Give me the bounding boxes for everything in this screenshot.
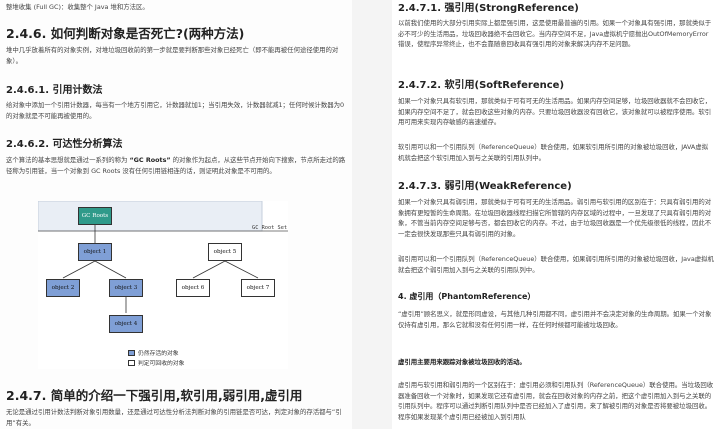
gc-roots-node: GC Roots — [78, 207, 112, 225]
gc-root-set-band — [38, 201, 263, 232]
paragraph-weak: 如果一个对象只具有弱引用，那就类似于可有可无的生活用品。弱引用与软引用的区别在于… — [398, 198, 712, 238]
heading-2-4-7-2: 2.4.7.2. 软引用(SoftReference) — [398, 80, 565, 91]
paragraph-soft-queue: 软引用可以和一个引用队列（ReferenceQueue）联合使用，如果软引用所引… — [398, 143, 709, 162]
top-line: 整堆收集 (Full GC)：收集整个 Java 堆和方法区。 — [6, 3, 149, 11]
legend-dead-swatch — [128, 359, 135, 366]
object-2-node: object 2 — [46, 279, 80, 297]
edge-o5-o7 — [224, 260, 259, 279]
paragraph-reachability: 这个算法的基本思想就是通过一系列的称为 “GC Roots” 的对象作为起点，从… — [6, 156, 346, 175]
object-6-node: object 6 — [176, 279, 210, 297]
paragraph-refcount: 给对象中添加一个引用计数器，每当有一个地方引用它，计数器就加1；当引用失效，计数… — [6, 101, 345, 120]
edge-o1-o2 — [62, 260, 96, 279]
paragraph-strong: 以前我们使用的大部分引用实际上都是强引用，这是使用最普遍的引用。如果一个对象具有… — [398, 19, 712, 49]
object-5-node: object 5 — [208, 243, 242, 261]
legend-dead: 判定可回收的对象 — [128, 358, 184, 367]
edge-o5-o6 — [192, 260, 226, 279]
object-3-node: object 3 — [109, 279, 143, 297]
heading-2-4-6-1: 2.4.6.1. 引用计数法 — [6, 85, 103, 96]
gc-roots-diagram: GC Roots GC Root Set object 1 object 2 o… — [38, 201, 288, 369]
heading-2-4-6: 2.4.6. 如何判断对象是否死亡?(两种方法) — [6, 26, 245, 41]
object-1-node: object 1 — [78, 243, 112, 261]
left-page: 整堆收集 (Full GC)：收集整个 Java 堆和方法区。 2.4.6. 如… — [0, 0, 352, 429]
heading-2-4-7-3: 2.4.7.3. 弱引用(WeakReference) — [398, 181, 572, 192]
edge-o1-o3 — [94, 260, 127, 279]
legend-alive: 仍然存活的对象 — [128, 348, 179, 357]
right-page: 2.4.7.1. 强引用(StrongReference) 以前我们使用的大部分… — [392, 0, 720, 429]
paragraph-references-intro: 无论是通过引用计数法判断对象引用数量，还是通过可达性分析法判断对象的引用链是否可… — [6, 408, 342, 427]
heading-2-4-6-2: 2.4.6.2. 可达性分析算法 — [6, 139, 123, 150]
paragraph-intro: 堆中几乎放着所有的对象实例，对堆垃圾回收前的第一步就是要判断那些对象已经死亡（即… — [6, 46, 339, 65]
object-7-node: object 7 — [241, 279, 275, 297]
page-gap — [352, 0, 392, 429]
paragraph-phantom-purpose: 虚引用主要用来跟踪对象被垃圾回收的活动。 — [398, 358, 526, 366]
heading-2-4-7-1: 2.4.7.1. 强引用(StrongReference) — [398, 3, 579, 14]
paragraph-phantom: “虚引用”顾名思义，就是形同虚设，与其他几种引用都不同，虚引用并不会决定对象的生… — [398, 310, 712, 329]
legend-alive-swatch — [128, 349, 135, 356]
paragraph-soft: 如果一个对象只具有软引用，那就类似于可有可无的生活用品。如果内存空间足够，垃圾回… — [398, 97, 712, 127]
object-4-node: object 4 — [109, 315, 143, 333]
paragraph-phantom-difference: 虚引用与软引用和弱引用的一个区别在于：虚引用必须和引用队列（ReferenceQ… — [398, 381, 714, 421]
heading-2-4-7: 2.4.7. 简单的介绍一下强引用,软引用,弱引用,虚引用 — [6, 388, 303, 403]
gc-root-set-label: GC Root Set — [252, 225, 288, 231]
heading-phantom: 4. 虚引用（PhantomReference） — [398, 292, 536, 301]
paragraph-weak-queue: 弱引用可以和一个引用队列（ReferenceQueue）联合使用，如果弱引用所引… — [398, 255, 714, 274]
